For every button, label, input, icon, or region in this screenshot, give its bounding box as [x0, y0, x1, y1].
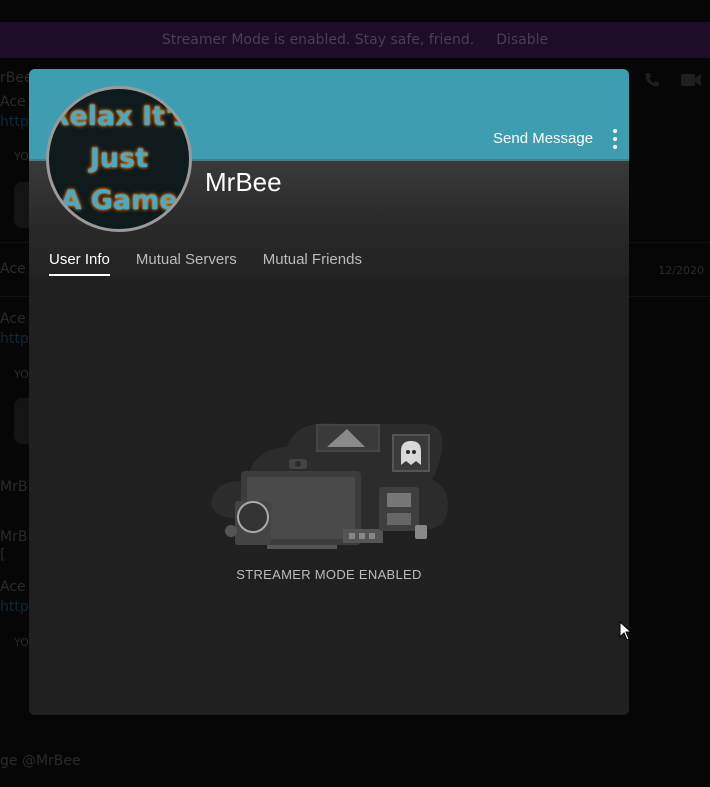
background-message-text: rBee — [0, 70, 33, 86]
streamer-mode-label: STREAMER MODE ENABLED — [236, 567, 422, 582]
send-message-button[interactable]: Send Message — [493, 130, 593, 147]
background-message-text: YO — [14, 150, 29, 163]
avatar: Relax It's Just A Game — [46, 86, 192, 232]
more-options-icon[interactable] — [609, 129, 621, 149]
disable-streamer-mode-button[interactable]: Disable — [496, 32, 548, 48]
background-message-text: Ace — [0, 261, 26, 277]
profile-body: STREAMER MODE ENABLED — [29, 277, 629, 715]
background-message-text: MrB — [0, 529, 28, 545]
cursor-icon — [619, 621, 633, 641]
tab-user-info[interactable]: User Info — [49, 251, 110, 276]
background-message-text: [ — [0, 547, 6, 563]
background-message-text: http — [0, 114, 29, 130]
background-message-text: YO — [14, 636, 29, 649]
background-message-text: Ace — [0, 579, 26, 595]
background-message-text: YO — [14, 368, 29, 381]
streamer-mode-banner: Streamer Mode is enabled. Stay safe, fri… — [0, 22, 710, 58]
background-message-text: http — [0, 331, 29, 347]
background-message-text: http — [0, 599, 29, 615]
avatar-image-text: Relax It's Just A Game — [48, 101, 190, 216]
background-message-text: Ace — [0, 311, 26, 327]
profile-tabs: User Info Mutual Servers Mutual Friends — [49, 251, 362, 276]
channel-header-icons — [642, 70, 702, 90]
call-icon[interactable] — [642, 70, 662, 90]
streamer-mode-banner-text: Streamer Mode is enabled. Stay safe, fri… — [161, 32, 475, 48]
background-message-text: Ace — [0, 94, 26, 110]
username: MrBee — [205, 167, 282, 197]
video-icon[interactable] — [680, 70, 702, 90]
message-date: 12/2020 — [658, 264, 704, 277]
user-profile-modal: Relax It's Just A Game MrBee Send Messag… — [29, 69, 629, 715]
background-message-text: MrB — [0, 479, 28, 495]
message-input[interactable]: ge @MrBee — [0, 753, 81, 769]
tab-mutual-servers[interactable]: Mutual Servers — [136, 251, 237, 276]
tab-mutual-friends[interactable]: Mutual Friends — [263, 251, 362, 276]
streamer-mode-illustration — [211, 423, 448, 549]
